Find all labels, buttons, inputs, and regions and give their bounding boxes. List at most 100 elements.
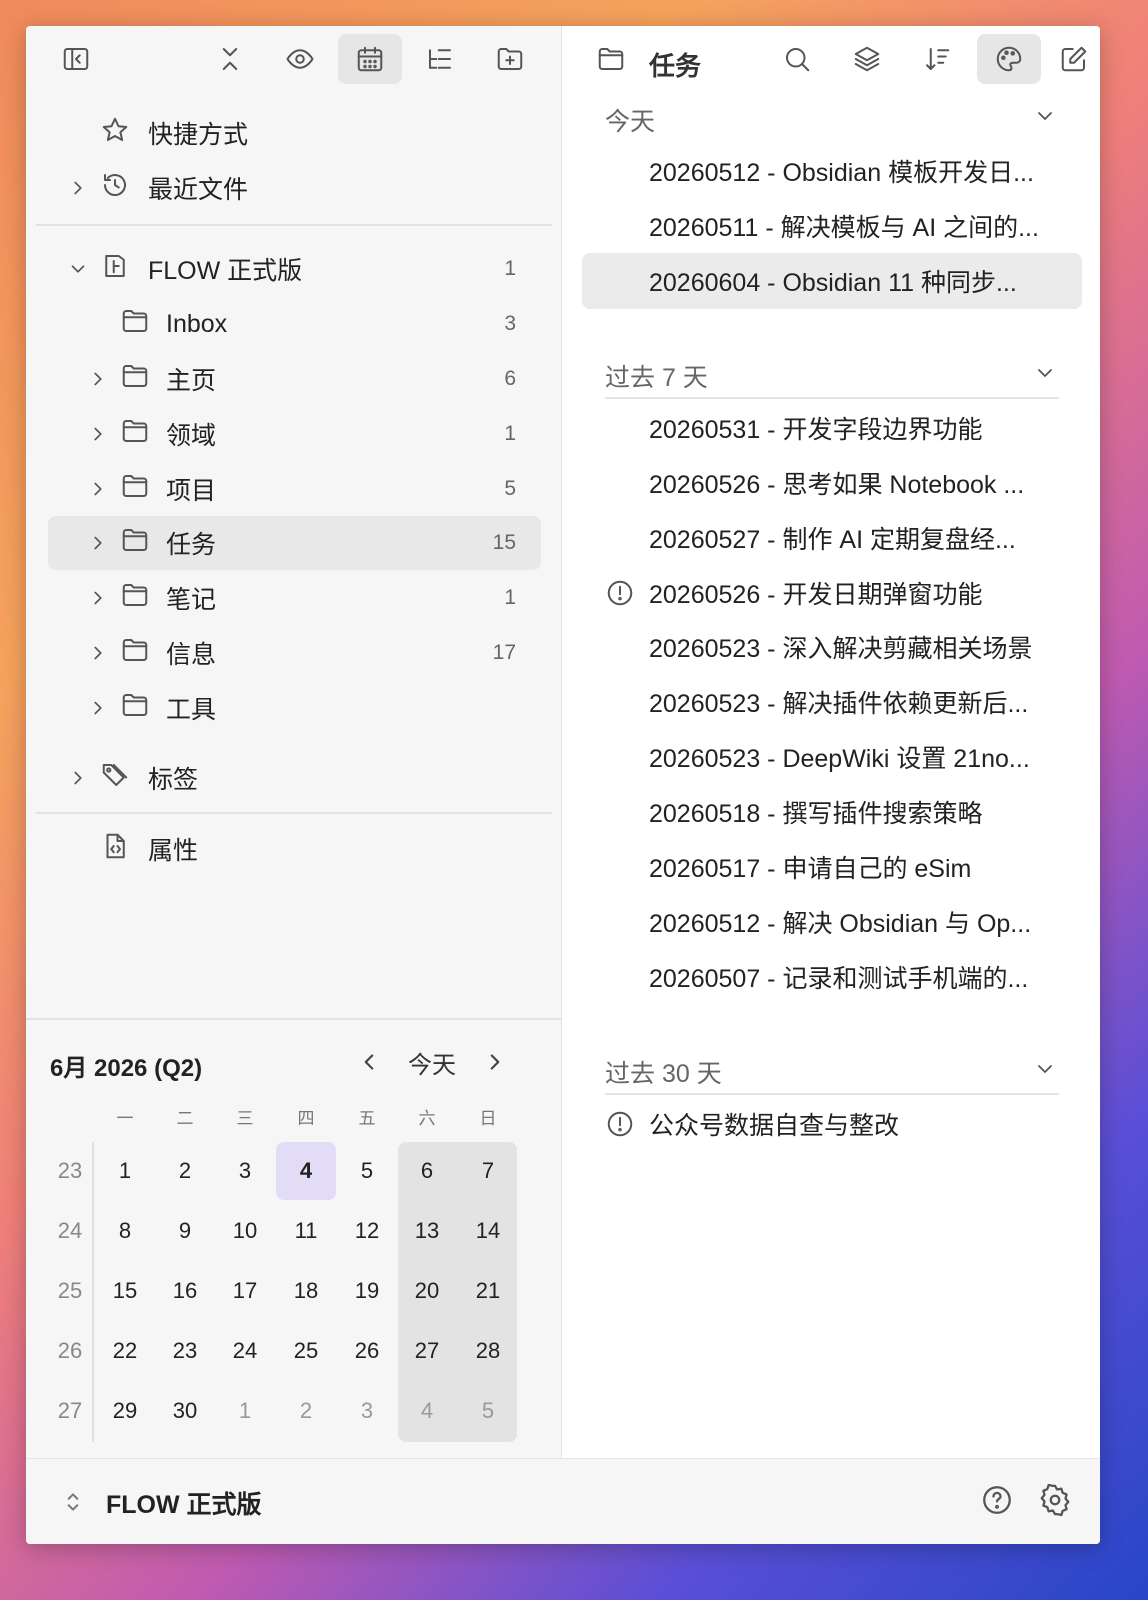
file-item[interactable]: 20260523 - 解决插件依赖更新后...: [649, 675, 1069, 729]
file-item[interactable]: 20260517 - 申请自己的 eSim: [649, 840, 1069, 894]
calendar-day[interactable]: 5: [337, 1142, 397, 1200]
calendar-day[interactable]: 26: [337, 1322, 397, 1380]
collapse-sidebar-button[interactable]: [44, 34, 108, 84]
file-item[interactable]: 20260527 - 制作 AI 定期复盘经...: [649, 511, 1069, 565]
file-item[interactable]: 20260518 - 撰写插件搜索策略: [649, 785, 1069, 839]
file-item[interactable]: 20260512 - 解决 Obsidian 与 Op...: [649, 895, 1069, 949]
calendar-day[interactable]: 16: [155, 1262, 215, 1320]
section-header-today[interactable]: 今天: [605, 102, 655, 138]
calendar-day[interactable]: 23: [155, 1322, 215, 1380]
calendar-day[interactable]: 29: [95, 1382, 155, 1440]
folder-item-info[interactable]: 信息 17: [86, 626, 516, 680]
calendar-day[interactable]: 13: [397, 1202, 457, 1260]
calendar-day[interactable]: 8: [95, 1202, 155, 1260]
calendar-day[interactable]: 25: [276, 1322, 336, 1380]
file-item[interactable]: 20260526 - 开发日期弹窗功能: [649, 566, 1069, 620]
weekday-header: 四: [297, 1109, 315, 1128]
calendar-day[interactable]: 2: [155, 1142, 215, 1200]
calendar-day[interactable]: 18: [276, 1262, 336, 1320]
tags-item[interactable]: 标签: [66, 751, 540, 805]
calendar-day[interactable]: 9: [155, 1202, 215, 1260]
file-item[interactable]: 20260604 - Obsidian 11 种同步...: [649, 254, 1069, 308]
chevron-right-icon: [66, 177, 90, 199]
calendar-icon: [355, 44, 385, 74]
collapse-all-button[interactable]: [198, 34, 262, 84]
file-item[interactable]: 20260531 - 开发字段边界功能: [649, 401, 1069, 455]
layers-button[interactable]: [835, 34, 899, 84]
calendar-day[interactable]: 17: [215, 1262, 275, 1320]
new-note-button[interactable]: [1047, 34, 1100, 84]
calendar-prev-button[interactable]: [356, 1042, 382, 1082]
shortcuts-item[interactable]: 快捷方式: [100, 106, 540, 160]
week-number[interactable]: 23: [40, 1142, 100, 1200]
calendar-day[interactable]: 12: [337, 1202, 397, 1260]
calendar-day[interactable]: 6: [397, 1142, 457, 1200]
week-number[interactable]: 24: [40, 1202, 100, 1260]
calendar-day[interactable]: 19: [337, 1262, 397, 1320]
file-item[interactable]: 20260511 - 解决模板与 AI 之间的...: [649, 199, 1069, 253]
week-number[interactable]: 25: [40, 1262, 100, 1320]
file-item[interactable]: 20260526 - 思考如果 Notebook ...: [649, 456, 1069, 510]
properties-item[interactable]: 属性: [100, 822, 540, 876]
folder-icon: [120, 580, 150, 617]
chevron-down-icon[interactable]: [1033, 104, 1057, 133]
calendar-day[interactable]: 7: [458, 1142, 518, 1200]
calendar-day[interactable]: 5: [458, 1382, 518, 1440]
folder-item-tools[interactable]: 工具: [86, 681, 516, 735]
calendar-button[interactable]: [338, 34, 402, 84]
calendar-day[interactable]: 21: [458, 1262, 518, 1320]
gear-icon: [1038, 1483, 1072, 1517]
folder-item-areas[interactable]: 领域 1: [86, 407, 516, 461]
file-item[interactable]: 公众号数据自查与整改: [649, 1097, 1069, 1151]
calendar-day[interactable]: 1: [215, 1382, 275, 1440]
current-folder-title: 任务: [649, 51, 702, 81]
chevron-down-icon[interactable]: [1033, 1057, 1057, 1086]
outline-button[interactable]: [408, 34, 472, 84]
calendar-day[interactable]: 15: [95, 1262, 155, 1320]
appearance-button[interactable]: [977, 34, 1041, 84]
sort-button[interactable]: [905, 34, 969, 84]
week-number[interactable]: 26: [40, 1322, 100, 1380]
file-item[interactable]: 20260507 - 记录和测试手机端的...: [649, 950, 1069, 1004]
calendar-day[interactable]: 20: [397, 1262, 457, 1320]
chevron-down-icon[interactable]: [1033, 361, 1057, 390]
folder-item-projects[interactable]: 项目 5: [86, 462, 516, 516]
folder-item-inbox[interactable]: Inbox 3: [120, 297, 516, 351]
section-header-past-7-days[interactable]: 过去 7 天: [605, 358, 708, 394]
calendar-day[interactable]: 1: [95, 1142, 155, 1200]
file-item[interactable]: 20260512 - Obsidian 模板开发日...: [649, 144, 1069, 198]
calendar-day[interactable]: 27: [397, 1322, 457, 1380]
calendar-day[interactable]: 28: [458, 1322, 518, 1380]
folder-button[interactable]: [583, 34, 639, 84]
settings-button[interactable]: [1038, 1483, 1072, 1522]
search-button[interactable]: [765, 34, 829, 84]
calendar-day[interactable]: 11: [276, 1202, 336, 1260]
calendar-day[interactable]: 4: [276, 1142, 336, 1200]
calendar-day[interactable]: 4: [397, 1382, 457, 1440]
folder-item-home[interactable]: 主页 6: [86, 352, 516, 406]
vault-item[interactable]: FLOW 正式版 1: [66, 242, 516, 296]
vault-switcher-icon[interactable]: [60, 1487, 86, 1517]
chevron-right-icon: [86, 532, 110, 554]
calendar-day[interactable]: 22: [95, 1322, 155, 1380]
calendar-day[interactable]: 14: [458, 1202, 518, 1260]
file-item[interactable]: 20260523 - 深入解决剪藏相关场景: [649, 620, 1069, 674]
calendar-day[interactable]: 3: [337, 1382, 397, 1440]
vault-switcher-label[interactable]: FLOW 正式版: [106, 1485, 262, 1521]
reveal-button[interactable]: [268, 34, 332, 84]
folder-item-tasks[interactable]: 任务 15: [86, 516, 516, 570]
calendar-day[interactable]: 24: [215, 1322, 275, 1380]
calendar-next-button[interactable]: [482, 1042, 508, 1082]
calendar-day[interactable]: 10: [215, 1202, 275, 1260]
folder-item-notes[interactable]: 笔记 1: [86, 571, 516, 625]
file-item[interactable]: 20260523 - DeepWiki 设置 21no...: [649, 730, 1069, 784]
calendar-day[interactable]: 3: [215, 1142, 275, 1200]
recent-files-item[interactable]: 最近文件: [66, 161, 540, 215]
calendar-today-button[interactable]: 今天: [408, 1042, 456, 1082]
calendar-day[interactable]: 30: [155, 1382, 215, 1440]
week-number[interactable]: 27: [40, 1382, 100, 1440]
new-folder-button[interactable]: [478, 34, 542, 84]
help-button[interactable]: [980, 1483, 1014, 1522]
section-header-past-30-days[interactable]: 过去 30 天: [605, 1054, 722, 1090]
calendar-day[interactable]: 2: [276, 1382, 336, 1440]
